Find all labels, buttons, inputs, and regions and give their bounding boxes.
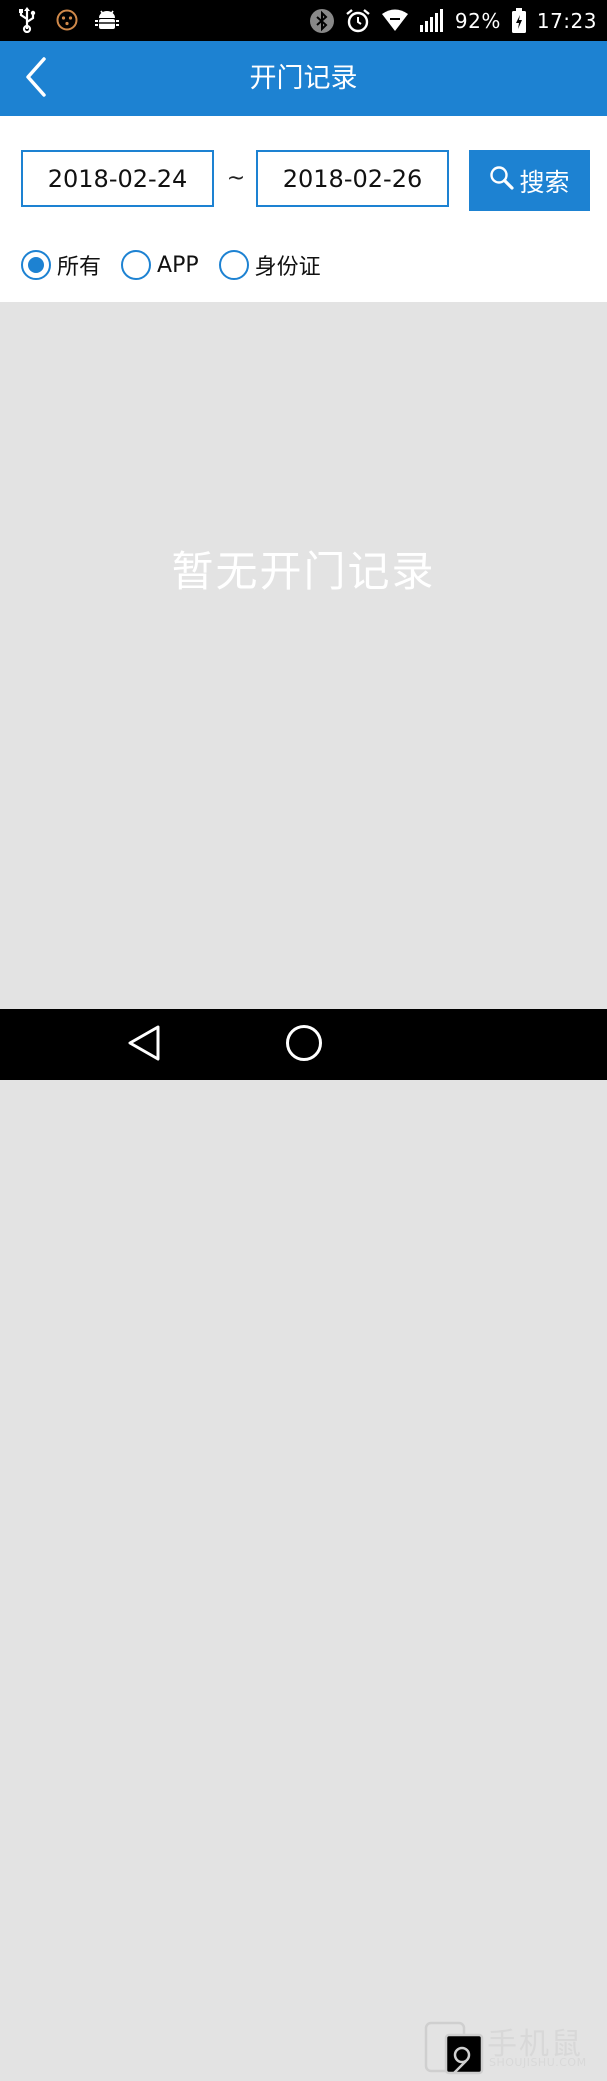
radio-button-unchecked[interactable] <box>218 250 249 280</box>
wifi-icon <box>381 9 409 33</box>
date-range-separator: ~ <box>226 166 246 191</box>
watermark-logo: 手机鼠 SHOUJISHU.COM <box>424 2019 594 2077</box>
system-nav-bar: 手机鼠 SHOUJISHU.COM <box>0 1009 607 2075</box>
android-debug-icon <box>94 6 120 34</box>
radio-label-id-card: 身份证 <box>254 255 321 280</box>
usb-icon <box>14 6 40 34</box>
source-filter-group: 所有 APP 身份证 <box>21 248 341 282</box>
filter-panel: ~ 搜索 所有 APP 身份证 <box>0 116 607 302</box>
radio-option-app[interactable]: APP <box>121 250 199 280</box>
back-triangle-icon <box>126 1024 162 1066</box>
bluetooth-icon <box>309 8 335 34</box>
status-right-icons: 92% 17:23 <box>309 0 597 41</box>
records-list-area: 暂无开门记录 <box>0 302 607 1009</box>
face-icon <box>54 6 80 34</box>
alarm-icon <box>345 8 371 34</box>
home-circle-icon <box>284 1023 324 1067</box>
radio-option-id-card[interactable]: 身份证 <box>218 249 321 281</box>
signal-icon <box>419 8 445 33</box>
chevron-left-icon <box>24 57 48 101</box>
clock: 17:23 <box>536 8 597 33</box>
search-button[interactable]: 搜索 <box>469 150 590 211</box>
status-bar: 92% 17:23 <box>0 0 607 41</box>
radio-option-all[interactable]: 所有 <box>21 249 101 281</box>
status-left-icons <box>14 6 120 34</box>
battery-icon <box>511 7 527 34</box>
app-bar: 开门记录 <box>0 41 607 116</box>
empty-state-message: 暂无开门记录 <box>171 547 436 596</box>
battery-percent: 92% <box>454 8 501 33</box>
back-button[interactable] <box>16 57 56 101</box>
end-date-input[interactable] <box>256 150 449 207</box>
radio-label-app: APP <box>157 252 199 278</box>
radio-button-unchecked[interactable] <box>121 250 152 280</box>
nav-home-button[interactable] <box>282 1023 326 1067</box>
nav-back-button[interactable] <box>122 1023 166 1067</box>
watermark-camera-icon <box>424 2021 484 2081</box>
radio-label-all: 所有 <box>57 255 102 280</box>
search-button-label: 搜索 <box>519 167 570 197</box>
page-title: 开门记录 <box>249 63 358 94</box>
start-date-input[interactable] <box>21 150 214 207</box>
watermark-url: SHOUJISHU.COM <box>489 2056 587 2069</box>
search-icon <box>489 165 515 197</box>
radio-button-checked[interactable] <box>21 250 51 280</box>
